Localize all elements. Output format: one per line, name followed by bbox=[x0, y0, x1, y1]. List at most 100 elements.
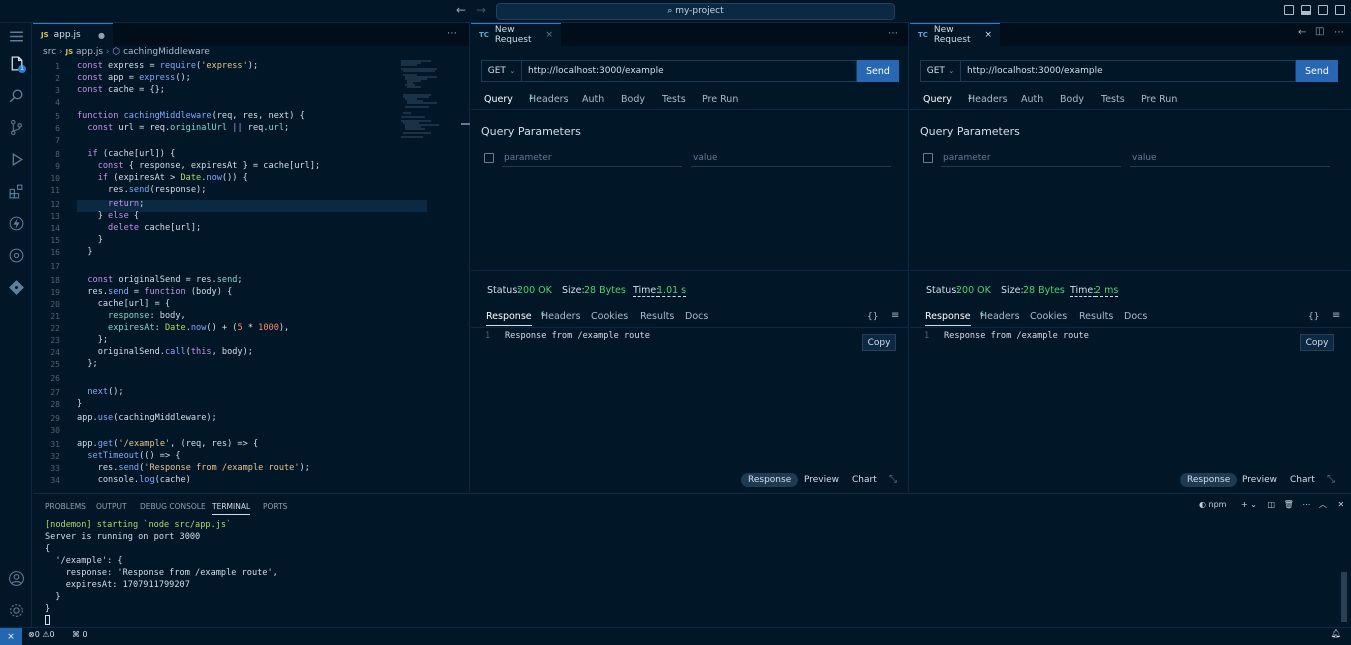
tab-auth[interactable]: Auth bbox=[582, 94, 604, 105]
tab-results[interactable]: Results bbox=[640, 311, 674, 322]
unsaved-dot-icon[interactable]: ● bbox=[98, 31, 105, 40]
extensions-icon[interactable] bbox=[0, 178, 32, 204]
more-actions-icon[interactable]: ⋯ bbox=[1334, 27, 1344, 38]
time-value[interactable]: 2 ms bbox=[1095, 285, 1119, 297]
explorer-icon[interactable]: 1 bbox=[0, 50, 32, 76]
menu-icon[interactable] bbox=[0, 23, 32, 49]
maximize-panel-icon[interactable]: ︿ bbox=[1319, 500, 1327, 509]
url-input[interactable]: http://localhost:3000/example bbox=[522, 66, 856, 76]
trash-icon[interactable]: 🗑 bbox=[1284, 500, 1294, 509]
send-button[interactable]: Send bbox=[1296, 60, 1338, 82]
tab-body[interactable]: Body bbox=[1060, 94, 1084, 105]
time-label[interactable]: Time: bbox=[633, 285, 660, 297]
tab-cookies[interactable]: Cookies bbox=[591, 311, 628, 322]
parameter-input[interactable]: parameter bbox=[502, 150, 682, 167]
value-input[interactable]: value bbox=[691, 150, 891, 167]
tab-tests[interactable]: Tests bbox=[662, 94, 686, 105]
send-button[interactable]: Send bbox=[857, 60, 899, 82]
customize-layout-icon[interactable] bbox=[1335, 5, 1345, 15]
param-checkbox[interactable] bbox=[923, 153, 933, 163]
tab-new-request[interactable]: TC New Request × bbox=[910, 23, 1000, 46]
new-terminal-icon[interactable]: + ⌄ bbox=[1241, 500, 1257, 509]
toggle-secondary-sidebar-icon[interactable] bbox=[1318, 5, 1328, 15]
tab-problems[interactable]: PROBLEMS bbox=[45, 502, 86, 511]
copy-button[interactable]: Copy bbox=[1300, 334, 1334, 351]
terminal-shell[interactable]: npm bbox=[1209, 500, 1227, 509]
tab-response[interactable]: Response bbox=[925, 311, 971, 326]
search-icon[interactable] bbox=[0, 82, 32, 108]
tab-auth[interactable]: Auth bbox=[1021, 94, 1043, 105]
menu-lines-icon[interactable]: ≡ bbox=[1332, 310, 1340, 321]
copy-button[interactable]: Copy bbox=[862, 334, 896, 351]
method-select[interactable]: GET ⌄ bbox=[921, 61, 961, 81]
toggle-primary-sidebar-icon[interactable] bbox=[1284, 5, 1294, 15]
tab-query[interactable]: Query bbox=[923, 94, 952, 110]
remote-explorer-icon[interactable] bbox=[0, 242, 32, 268]
tab-cookies[interactable]: Cookies bbox=[1030, 311, 1067, 322]
method-select[interactable]: GET ⌄ bbox=[482, 61, 522, 81]
go-back-icon[interactable]: ← bbox=[1298, 27, 1306, 38]
view-response[interactable]: Response bbox=[741, 473, 799, 487]
breadcrumb-file[interactable]: app.js bbox=[76, 47, 103, 57]
close-icon[interactable]: × bbox=[545, 30, 553, 40]
tab-app-js[interactable]: JS app.js ● bbox=[33, 23, 113, 46]
command-center-search[interactable]: ⌕ my-project bbox=[496, 3, 895, 20]
tab-output[interactable]: OUTPUT bbox=[96, 502, 127, 511]
git-graph-icon[interactable] bbox=[0, 274, 32, 300]
back-arrow-icon[interactable]: ← bbox=[456, 3, 466, 17]
tab-debug-console[interactable]: DEBUG CONSOLE bbox=[140, 502, 206, 511]
minimap[interactable] bbox=[401, 59, 456, 149]
tab-ports[interactable]: PORTS bbox=[263, 502, 287, 511]
close-panel-icon[interactable]: ✕ bbox=[1337, 500, 1344, 509]
ports-status[interactable]: ⌘ 0 bbox=[72, 630, 88, 639]
breadcrumb-folder[interactable]: src bbox=[43, 47, 56, 57]
parameter-input[interactable]: parameter bbox=[941, 150, 1121, 167]
time-label[interactable]: Time: bbox=[1070, 285, 1097, 297]
tab-new-request[interactable]: TC New Request × bbox=[471, 23, 561, 46]
source-control-icon[interactable] bbox=[0, 114, 32, 140]
breadcrumb-symbol[interactable]: cachingMiddleware bbox=[123, 47, 210, 57]
split-terminal-icon[interactable]: ◫ bbox=[1268, 500, 1276, 509]
tab-query[interactable]: Query bbox=[484, 94, 513, 110]
account-icon[interactable] bbox=[0, 565, 32, 591]
braces-icon[interactable]: {} bbox=[867, 312, 878, 322]
tab-pre-run[interactable]: Pre Run bbox=[1141, 94, 1177, 105]
param-checkbox[interactable] bbox=[484, 153, 494, 163]
tab-response[interactable]: Response bbox=[486, 311, 532, 326]
thunder-client-icon[interactable] bbox=[0, 210, 32, 236]
tab-body[interactable]: Body bbox=[621, 94, 645, 105]
remote-indicator-icon[interactable]: ⨯ bbox=[0, 628, 22, 645]
run-debug-icon[interactable] bbox=[0, 146, 32, 172]
close-icon[interactable]: × bbox=[984, 30, 992, 40]
expand-icon[interactable]: ⤡ bbox=[889, 474, 897, 485]
more-actions-icon[interactable]: ⋯ bbox=[447, 28, 457, 39]
settings-gear-icon[interactable] bbox=[0, 597, 32, 623]
url-input[interactable]: http://localhost:3000/example bbox=[961, 66, 1295, 76]
tab-pre-run[interactable]: Pre Run bbox=[702, 94, 738, 105]
braces-icon[interactable]: {} bbox=[1308, 312, 1319, 322]
view-preview[interactable]: Preview bbox=[797, 473, 846, 487]
notification-bell-icon[interactable]: 🔔︎ bbox=[1331, 629, 1341, 638]
more-actions-icon[interactable]: ⋯ bbox=[888, 28, 898, 39]
expand-icon[interactable]: ⤡ bbox=[1327, 474, 1335, 485]
split-editor-icon[interactable]: ◫ bbox=[1315, 26, 1324, 37]
code-line: next(); bbox=[87, 387, 124, 397]
code-line: } bbox=[77, 399, 83, 409]
view-chart[interactable]: Chart bbox=[1283, 473, 1322, 487]
time-value[interactable]: 1.01 s bbox=[657, 285, 687, 297]
forward-arrow-icon[interactable]: → bbox=[476, 3, 486, 17]
tab-docs[interactable]: Docs bbox=[1124, 311, 1147, 322]
view-chart[interactable]: Chart bbox=[845, 473, 884, 487]
view-preview[interactable]: Preview bbox=[1235, 473, 1284, 487]
problems-status[interactable]: ⊗0 ⚠0 bbox=[28, 630, 55, 639]
menu-lines-icon[interactable]: ≡ bbox=[891, 310, 899, 321]
view-response[interactable]: Response bbox=[1180, 473, 1238, 487]
tab-results[interactable]: Results bbox=[1079, 311, 1113, 322]
tab-terminal[interactable]: TERMINAL bbox=[212, 502, 251, 515]
tab-docs[interactable]: Docs bbox=[685, 311, 708, 322]
toggle-panel-icon[interactable] bbox=[1301, 5, 1311, 15]
tab-tests[interactable]: Tests bbox=[1101, 94, 1125, 105]
terminal-scrollbar[interactable] bbox=[1341, 572, 1347, 622]
value-input[interactable]: value bbox=[1130, 150, 1330, 167]
more-actions-icon[interactable]: ⋯ bbox=[1302, 500, 1310, 509]
